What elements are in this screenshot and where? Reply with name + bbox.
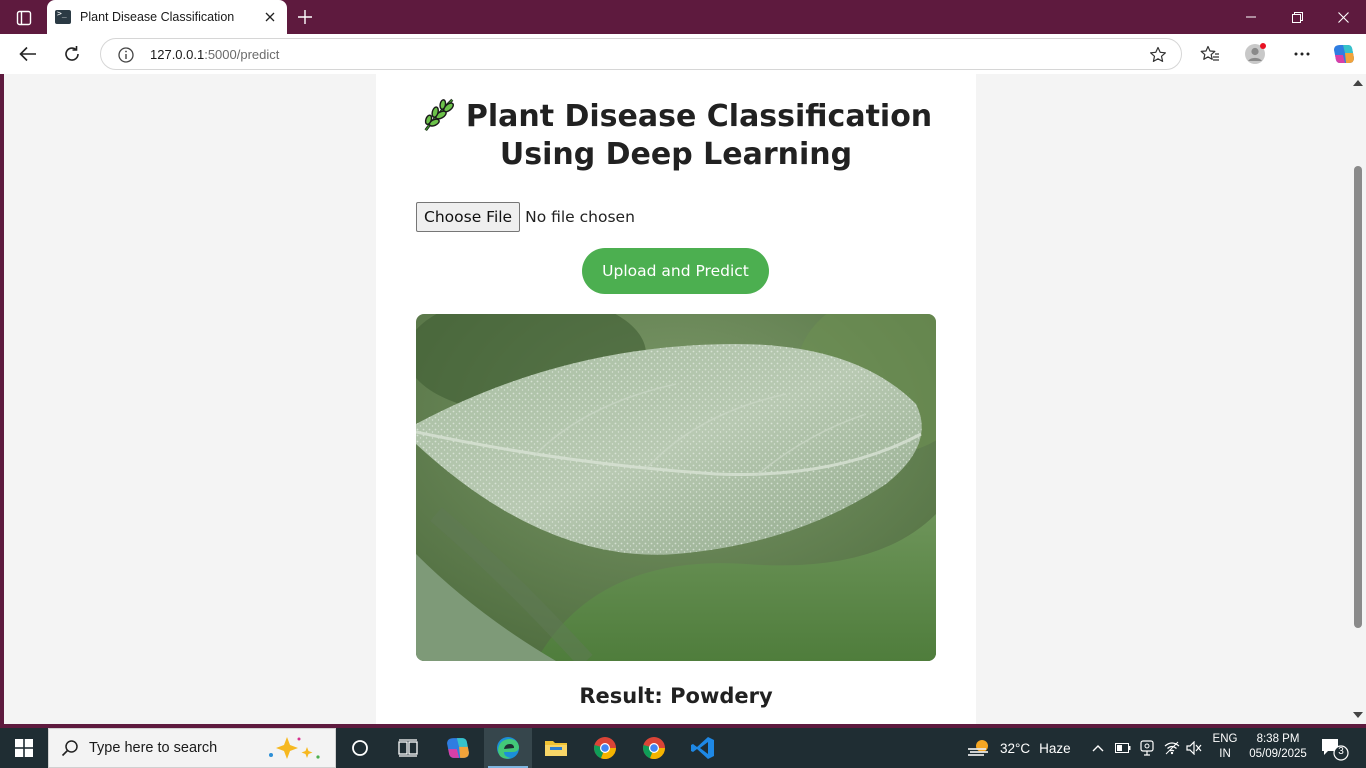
refresh-button[interactable] — [57, 39, 87, 69]
minimize-icon — [1246, 16, 1256, 18]
file-explorer-taskbar-app[interactable] — [532, 728, 580, 768]
scroll-up-arrow-icon[interactable] — [1353, 80, 1363, 86]
settings-more-button[interactable] — [1287, 39, 1317, 69]
file-status-text: No file chosen — [525, 208, 635, 226]
notification-count: 3 — [1338, 746, 1344, 757]
search-placeholder: Type here to search — [89, 740, 218, 756]
copilot-icon — [447, 738, 469, 758]
vscode-icon — [691, 737, 714, 759]
region-code: IN — [1219, 748, 1231, 760]
cortana-circle-icon — [352, 740, 368, 756]
edge-taskbar-app[interactable] — [484, 728, 532, 768]
chrome-taskbar-app[interactable] — [581, 728, 629, 768]
page-scrollbar[interactable] — [1350, 74, 1366, 724]
haze-weather-icon — [968, 740, 988, 756]
url-path: :5000/predict — [204, 47, 280, 62]
weather-widget[interactable]: 32°C Haze — [966, 728, 1071, 768]
app-card: Plant Disease Classification Using Deep … — [376, 74, 976, 724]
plus-icon — [298, 10, 312, 24]
windows-taskbar: Type here to search 32°C Haze ENG IN 8:3… — [0, 728, 1366, 768]
vscode-taskbar-app[interactable] — [679, 728, 727, 768]
show-hidden-icons-button[interactable] — [1088, 738, 1108, 758]
upload-predict-button[interactable]: Upload and Predict — [582, 248, 769, 294]
search-highlight-sparkle-icon — [269, 737, 320, 759]
file-input[interactable]: Choose File No file chosen — [416, 202, 635, 232]
avatar-icon — [1245, 43, 1266, 64]
clock-time: 8:38 PM — [1256, 733, 1300, 745]
input-language-indicator[interactable]: ENG IN — [1206, 732, 1244, 762]
clock-date: 05/09/2025 — [1249, 748, 1307, 760]
tab-actions-icon — [16, 10, 32, 26]
scroll-down-arrow-icon[interactable] — [1353, 712, 1363, 718]
weather-temperature: 32°C — [1000, 740, 1031, 756]
volume-tray-button[interactable] — [1184, 738, 1204, 758]
terminal-favicon-icon — [55, 9, 71, 24]
folder-icon — [545, 741, 567, 756]
browser-toolbar: 127.0.0.1:5000/predict — [0, 34, 1366, 74]
wifi-icon — [1164, 741, 1180, 755]
tab-close-button[interactable] — [259, 6, 281, 28]
task-view-button[interactable] — [384, 728, 432, 768]
copilot-button[interactable] — [1329, 39, 1359, 69]
battery-tray-button[interactable] — [1113, 738, 1133, 758]
chevron-up-icon — [1092, 745, 1104, 752]
refresh-icon — [65, 46, 79, 61]
copilot-icon — [1334, 45, 1354, 63]
edge-icon — [497, 737, 519, 759]
page-title: Plant Disease Classification Using Deep … — [376, 96, 976, 174]
network-tray-button[interactable] — [1162, 738, 1182, 758]
task-view-icon — [398, 739, 418, 757]
close-icon — [1337, 11, 1349, 23]
page-title-line1: Plant Disease Classification — [465, 99, 933, 134]
webcam-icon — [1140, 740, 1154, 756]
page-viewport: Plant Disease Classification Using Deep … — [4, 74, 1366, 724]
uploaded-leaf-image — [416, 314, 936, 661]
windows-logo-icon — [15, 739, 33, 757]
tab-actions-button[interactable] — [10, 7, 38, 29]
new-tab-button[interactable] — [293, 5, 317, 29]
chrome-profile-taskbar-app[interactable] — [630, 728, 678, 768]
profile-button[interactable] — [1241, 39, 1271, 69]
tab-title: Plant Disease Classification — [80, 10, 235, 24]
close-window-button[interactable] — [1320, 0, 1366, 34]
language-code: ENG — [1212, 733, 1238, 745]
address-bar[interactable]: 127.0.0.1:5000/predict — [100, 38, 1182, 70]
weather-condition: Haze — [1039, 740, 1071, 756]
chrome-icon — [643, 737, 666, 760]
choose-file-button[interactable]: Choose File — [416, 202, 521, 232]
favorites-button[interactable] — [1195, 39, 1225, 69]
minimize-button[interactable] — [1228, 0, 1274, 34]
leaf-photo — [416, 314, 936, 661]
start-button[interactable] — [0, 728, 48, 768]
back-arrow-icon — [19, 46, 36, 62]
back-button[interactable] — [13, 39, 43, 69]
search-icon — [61, 740, 78, 757]
site-info-icon[interactable] — [117, 46, 135, 64]
notification-icon — [1322, 739, 1349, 761]
battery-icon — [1115, 743, 1131, 753]
copilot-taskbar-app[interactable] — [434, 728, 482, 768]
speaker-muted-icon — [1186, 741, 1202, 755]
close-icon — [265, 12, 275, 22]
meet-now-tray-button[interactable] — [1137, 738, 1157, 758]
taskbar-search[interactable]: Type here to search — [48, 728, 336, 768]
chrome-icon — [594, 737, 617, 760]
herb-leaf-icon — [424, 98, 454, 132]
restore-icon — [1291, 11, 1303, 23]
notification-center-button[interactable]: 3 — [1320, 736, 1350, 762]
browser-tab[interactable]: Plant Disease Classification — [47, 0, 287, 34]
cortana-button[interactable] — [336, 728, 384, 768]
favorites-icon — [1200, 45, 1219, 61]
prediction-result: Result: Powdery — [579, 684, 773, 708]
page-title-line2: Using Deep Learning — [499, 137, 853, 172]
url-text: 127.0.0.1:5000/predict — [150, 47, 279, 62]
url-host: 127.0.0.1 — [150, 47, 205, 62]
restore-button[interactable] — [1274, 0, 1320, 34]
scrollbar-thumb[interactable] — [1354, 166, 1362, 628]
system-clock[interactable]: 8:38 PM 05/09/2025 — [1246, 732, 1310, 762]
favorite-star-icon[interactable] — [1149, 46, 1167, 64]
more-icon — [1294, 52, 1310, 56]
browser-titlebar: Plant Disease Classification — [0, 0, 1366, 34]
